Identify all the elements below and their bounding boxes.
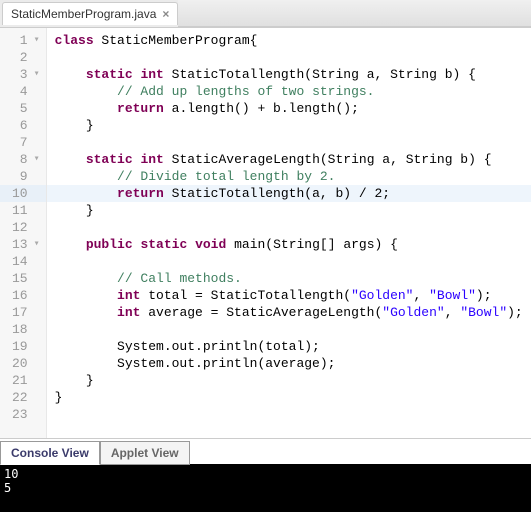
- gutter-line: 12: [12, 219, 40, 236]
- code-line[interactable]: static int StaticTotallength(String a, S…: [55, 66, 523, 83]
- line-number: 22: [12, 389, 28, 406]
- line-number: 18: [12, 321, 28, 338]
- line-number: 5: [20, 100, 28, 117]
- line-number: 7: [20, 134, 28, 151]
- code-line[interactable]: [55, 253, 523, 270]
- gutter-line: 3▾: [12, 66, 40, 83]
- gutter-line: 15: [12, 270, 40, 287]
- line-number: 11: [12, 202, 28, 219]
- line-number: 2: [20, 49, 28, 66]
- gutter-line: 14: [12, 253, 40, 270]
- fold-icon[interactable]: ▾: [32, 236, 40, 253]
- line-number: 1: [20, 32, 28, 49]
- editor-tab-bar: StaticMemberProgram.java ×: [0, 0, 531, 28]
- fold-icon[interactable]: ▾: [32, 151, 40, 168]
- tab-bar-filler: [178, 0, 531, 27]
- gutter-line: 23: [12, 406, 40, 423]
- file-tab[interactable]: StaticMemberProgram.java ×: [2, 2, 178, 25]
- line-number: 20: [12, 355, 28, 372]
- line-number: 10: [12, 185, 28, 202]
- console-tab-bar: Console View Applet View: [0, 438, 531, 465]
- gutter-line: 16: [12, 287, 40, 304]
- code-line[interactable]: // Call methods.: [55, 270, 523, 287]
- line-number: 16: [12, 287, 28, 304]
- code-line[interactable]: return a.length() + b.length();: [55, 100, 523, 117]
- code-line[interactable]: // Divide total length by 2.: [55, 168, 523, 185]
- code-line[interactable]: }: [55, 372, 523, 389]
- code-line[interactable]: static int StaticAverageLength(String a,…: [55, 151, 523, 168]
- code-area[interactable]: class StaticMemberProgram{ static int St…: [47, 28, 531, 438]
- code-line[interactable]: System.out.println(total);: [55, 338, 523, 355]
- gutter-line: 22: [12, 389, 40, 406]
- gutter-line: 2: [12, 49, 40, 66]
- code-line[interactable]: int average = StaticAverageLength("Golde…: [55, 304, 523, 321]
- gutter-line: 4: [12, 83, 40, 100]
- code-line[interactable]: [55, 321, 523, 338]
- gutter-line: 21: [12, 372, 40, 389]
- line-number: 4: [20, 83, 28, 100]
- line-number: 3: [20, 66, 28, 83]
- line-number: 8: [20, 151, 28, 168]
- gutter-line: 20: [12, 355, 40, 372]
- gutter-line: 5: [12, 100, 40, 117]
- code-line[interactable]: public static void main(String[] args) {: [55, 236, 523, 253]
- code-line[interactable]: return StaticTotallength(a, b) / 2;: [47, 185, 531, 202]
- gutter-line: 17: [12, 304, 40, 321]
- gutter-line: 19: [12, 338, 40, 355]
- code-line[interactable]: [55, 219, 523, 236]
- gutter-line: 6: [12, 117, 40, 134]
- gutter-line: 1▾: [12, 32, 40, 49]
- gutter-line: 10: [0, 185, 46, 202]
- fold-icon[interactable]: ▾: [32, 66, 40, 83]
- code-line[interactable]: [55, 49, 523, 66]
- code-line[interactable]: // Add up lengths of two strings.: [55, 83, 523, 100]
- tab-console-view[interactable]: Console View: [0, 441, 100, 465]
- code-editor[interactable]: 1▾23▾45678▾910111213▾1415161718192021222…: [0, 28, 531, 438]
- tab-applet-view[interactable]: Applet View: [100, 441, 190, 465]
- console-output: 10 5: [0, 464, 531, 512]
- line-number: 21: [12, 372, 28, 389]
- code-line[interactable]: class StaticMemberProgram{: [55, 32, 523, 49]
- line-number: 13: [12, 236, 28, 253]
- fold-icon[interactable]: ▾: [32, 32, 40, 49]
- line-number: 14: [12, 253, 28, 270]
- code-line[interactable]: int total = StaticTotallength("Golden", …: [55, 287, 523, 304]
- gutter-line: 9: [12, 168, 40, 185]
- gutter-line: 8▾: [12, 151, 40, 168]
- line-number: 12: [12, 219, 28, 236]
- line-number: 9: [20, 168, 28, 185]
- code-line[interactable]: [55, 406, 523, 423]
- code-line[interactable]: [55, 134, 523, 151]
- line-number: 23: [12, 406, 28, 423]
- line-number: 19: [12, 338, 28, 355]
- line-number: 15: [12, 270, 28, 287]
- gutter-line: 11: [12, 202, 40, 219]
- line-number: 17: [12, 304, 28, 321]
- code-line[interactable]: }: [55, 117, 523, 134]
- code-line[interactable]: }: [55, 389, 523, 406]
- code-line[interactable]: System.out.println(average);: [55, 355, 523, 372]
- line-number: 6: [20, 117, 28, 134]
- gutter-line: 13▾: [12, 236, 40, 253]
- code-line[interactable]: }: [55, 202, 523, 219]
- gutter-line: 18: [12, 321, 40, 338]
- line-gutter: 1▾23▾45678▾910111213▾1415161718192021222…: [0, 28, 47, 438]
- close-icon[interactable]: ×: [162, 7, 169, 21]
- gutter-line: 7: [12, 134, 40, 151]
- file-tab-label: StaticMemberProgram.java: [11, 7, 156, 21]
